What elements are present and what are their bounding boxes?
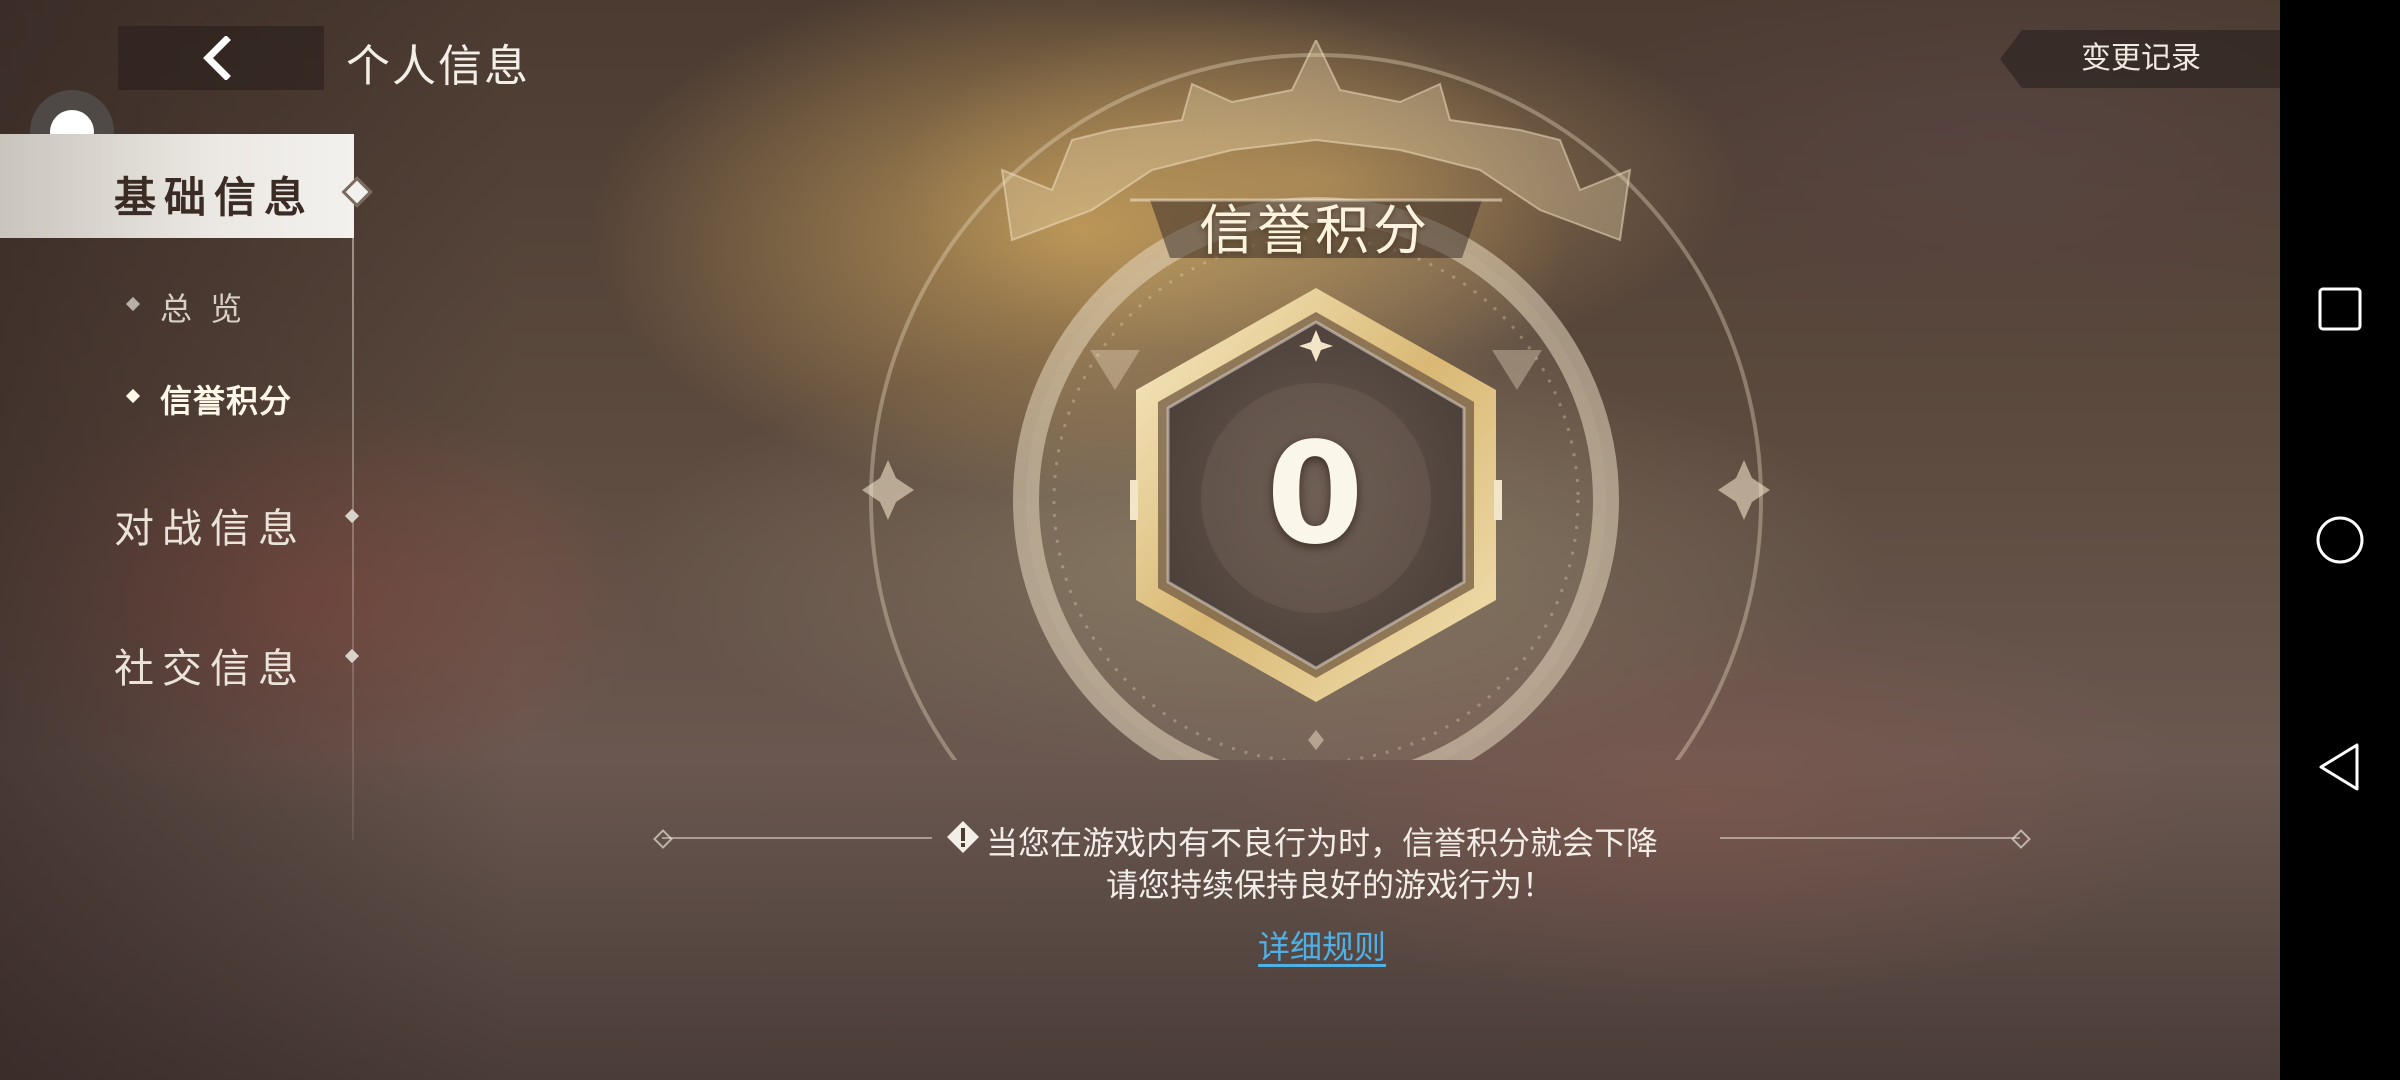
page-title: 个人信息 (346, 41, 530, 92)
system-navigation-bar (2280, 0, 2400, 1080)
sidebar-divider (352, 150, 354, 840)
sidebar-item-social-info[interactable]: 社交信息 (114, 636, 306, 694)
sidebar-item-battle-info[interactable]: 对战信息 (114, 496, 306, 554)
divider-left (662, 837, 932, 839)
circle-icon[interactable] (2315, 515, 2365, 565)
back-arrow-icon (203, 36, 231, 80)
detailed-rules-link[interactable]: 详细规则 (1258, 922, 1386, 968)
divider-right (1720, 837, 2020, 839)
sidebar-subitem-overview[interactable]: 总 览 (160, 284, 246, 330)
change-log-button[interactable]: 变更记录 (2000, 30, 2282, 88)
warning-icon (947, 821, 979, 853)
notice-line-1: 当您在游戏内有不良行为时，信誉积分就会下降 (986, 824, 1659, 862)
triangle-back-icon[interactable] (2315, 742, 2365, 792)
back-button[interactable] (118, 26, 324, 90)
credit-score-title: 信誉积分 (1199, 199, 1431, 262)
credit-emblem (862, 40, 1770, 760)
sidebar-subitem-credit-score[interactable]: 信誉积分 (160, 376, 292, 422)
square-icon[interactable] (2315, 284, 2365, 334)
notice-line-2: 请您持续保持良好的游戏行为！ (1106, 866, 1555, 904)
credit-score-value: 0 (1266, 413, 1364, 576)
sidebar-item-label: 基础信息 (114, 173, 315, 222)
